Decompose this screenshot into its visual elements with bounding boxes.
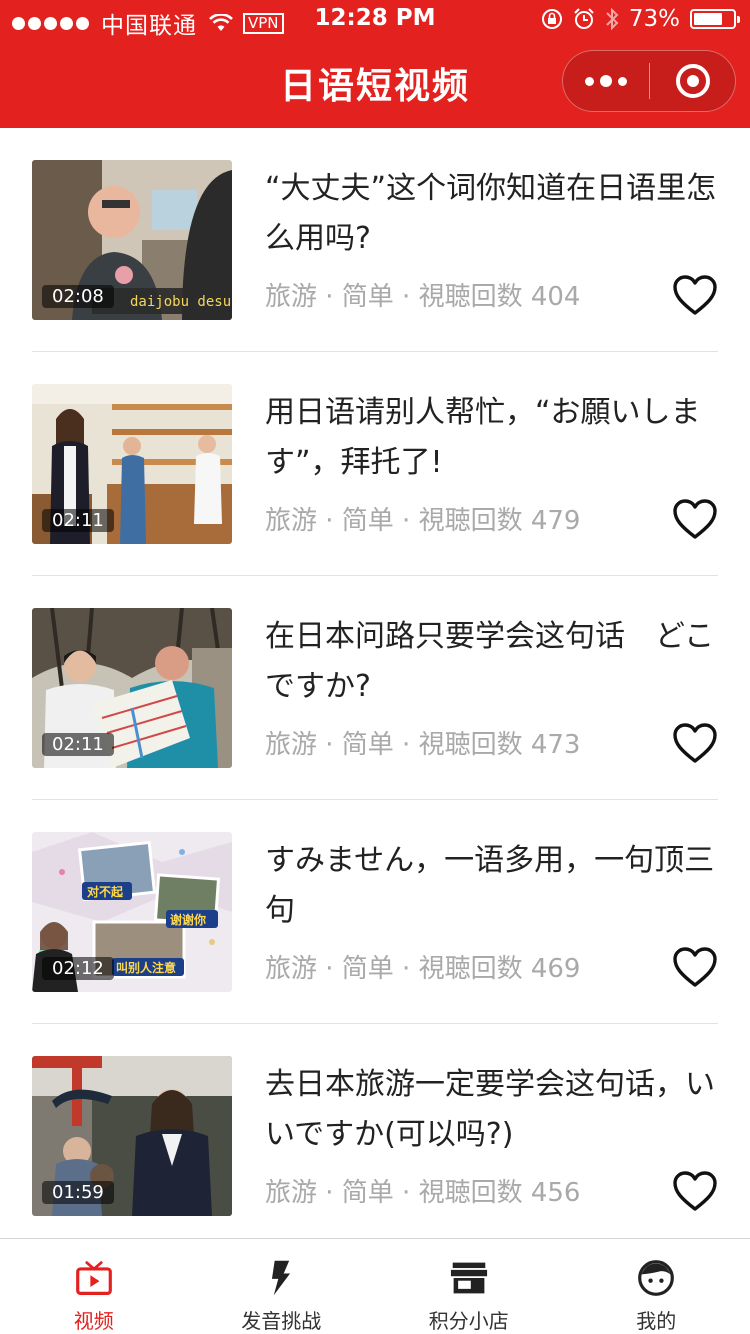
- store-icon: [450, 1262, 487, 1294]
- video-meta: 旅游 · 简单 · 視聴回数 473: [265, 730, 581, 760]
- video-meta: 旅游 · 简单 · 視聴回数 456: [265, 1178, 581, 1208]
- tab-label: 发音挑战: [241, 1309, 322, 1333]
- video-list-item[interactable]: 02:11 用日语请别人帮忙，“お願いします”，拜托了! 旅游 · 简单 · 視…: [32, 352, 718, 576]
- video-thumbnail[interactable]: 对不起 谢谢你 叫别人注意 02:12: [32, 832, 232, 992]
- tv-icon: [75, 1261, 112, 1295]
- video-list: daijobu desu ka? 02:08 “大丈夫”这个词你知道在日语里怎么…: [0, 128, 750, 1238]
- tab-mine[interactable]: 我的: [563, 1239, 750, 1334]
- video-list-item[interactable]: 02:11 在日本问路只要学会这句话 どこですか? 旅游 · 简单 · 視聴回数…: [32, 576, 718, 800]
- tab-label: 视频: [73, 1309, 114, 1333]
- battery-percent: 73%: [628, 6, 680, 32]
- tab-bar: 视频 发音挑战 积分小店 我的: [0, 1238, 750, 1334]
- top-bar: 中国联通 VPN 12:28 PM 73% 日语短视频: [0, 0, 750, 128]
- miniprogram-capsule: [562, 50, 736, 112]
- video-title[interactable]: すみません，一语多用，一句顶三句: [265, 836, 723, 936]
- more-dot-icon: [618, 76, 627, 86]
- tab-video[interactable]: 视频: [0, 1239, 188, 1334]
- video-thumbnail[interactable]: 01:59: [32, 1056, 232, 1216]
- video-list-item[interactable]: daijobu desu ka? 02:08 “大丈夫”这个词你知道在日语里怎么…: [32, 128, 718, 352]
- tab-points-store[interactable]: 积分小店: [375, 1239, 563, 1334]
- more-button[interactable]: [563, 51, 649, 111]
- more-dot-icon: [585, 76, 594, 86]
- bluetooth-icon: [606, 7, 619, 31]
- favorite-heart-icon[interactable]: [672, 1170, 718, 1212]
- video-duration: 02:12: [42, 957, 114, 980]
- video-thumbnail[interactable]: 02:11: [32, 608, 232, 768]
- battery-level: [694, 13, 722, 25]
- status-bar: 中国联通 VPN 12:28 PM 73%: [0, 0, 750, 40]
- video-duration: 02:08: [42, 285, 114, 308]
- video-title[interactable]: 在日本问路只要学会这句话 どこですか?: [265, 612, 723, 712]
- tab-label: 我的: [636, 1309, 677, 1333]
- video-title[interactable]: 去日本旅游一定要学会这句话，いいですか(可以吗?): [265, 1060, 723, 1160]
- close-button[interactable]: [650, 51, 735, 111]
- favorite-heart-icon[interactable]: [672, 946, 718, 988]
- favorite-heart-icon[interactable]: [672, 498, 718, 540]
- tab-pronunciation-challenge[interactable]: 发音挑战: [188, 1239, 376, 1334]
- video-title[interactable]: “大丈夫”这个词你知道在日语里怎么用吗?: [265, 164, 723, 264]
- face-icon: [638, 1260, 675, 1296]
- video-meta: 旅游 · 简单 · 視聴回数 404: [265, 282, 581, 312]
- thumbnail-tag: 对不起: [87, 884, 124, 899]
- favorite-heart-icon[interactable]: [672, 722, 718, 764]
- thumbnail-tag: 谢谢你: [170, 912, 206, 927]
- battery-icon: [690, 9, 740, 29]
- video-thumbnail[interactable]: 02:11: [32, 384, 232, 544]
- video-duration: 02:11: [42, 733, 114, 756]
- thumbnail-tag: 叫别人注意: [116, 960, 176, 975]
- favorite-heart-icon[interactable]: [672, 274, 718, 316]
- rotation-lock-icon: [541, 9, 562, 29]
- more-dot-icon: [600, 75, 612, 87]
- tab-label: 积分小店: [428, 1309, 509, 1333]
- video-duration: 02:11: [42, 509, 114, 532]
- video-meta: 旅游 · 简单 · 視聴回数 469: [265, 954, 581, 984]
- thumbnail-caption: daijobu desu ka?: [130, 294, 232, 310]
- lightning-icon: [272, 1260, 291, 1296]
- video-list-item[interactable]: 对不起 谢谢你 叫别人注意 02:12 すみません，一语多用，一句顶三句 旅游 …: [32, 800, 718, 1024]
- title-bar: 日语短视频: [0, 40, 750, 128]
- alarm-icon: [574, 8, 594, 29]
- video-list-item[interactable]: 01:59 去日本旅游一定要学会这句话，いいですか(可以吗?) 旅游 · 简单 …: [32, 1024, 718, 1238]
- video-duration: 01:59: [42, 1181, 114, 1204]
- video-meta: 旅游 · 简单 · 視聴回数 479: [265, 506, 581, 536]
- close-target-icon: [675, 64, 710, 98]
- video-thumbnail[interactable]: daijobu desu ka? 02:08: [32, 160, 232, 320]
- video-title[interactable]: 用日语请别人帮忙，“お願いします”，拜托了!: [265, 388, 723, 488]
